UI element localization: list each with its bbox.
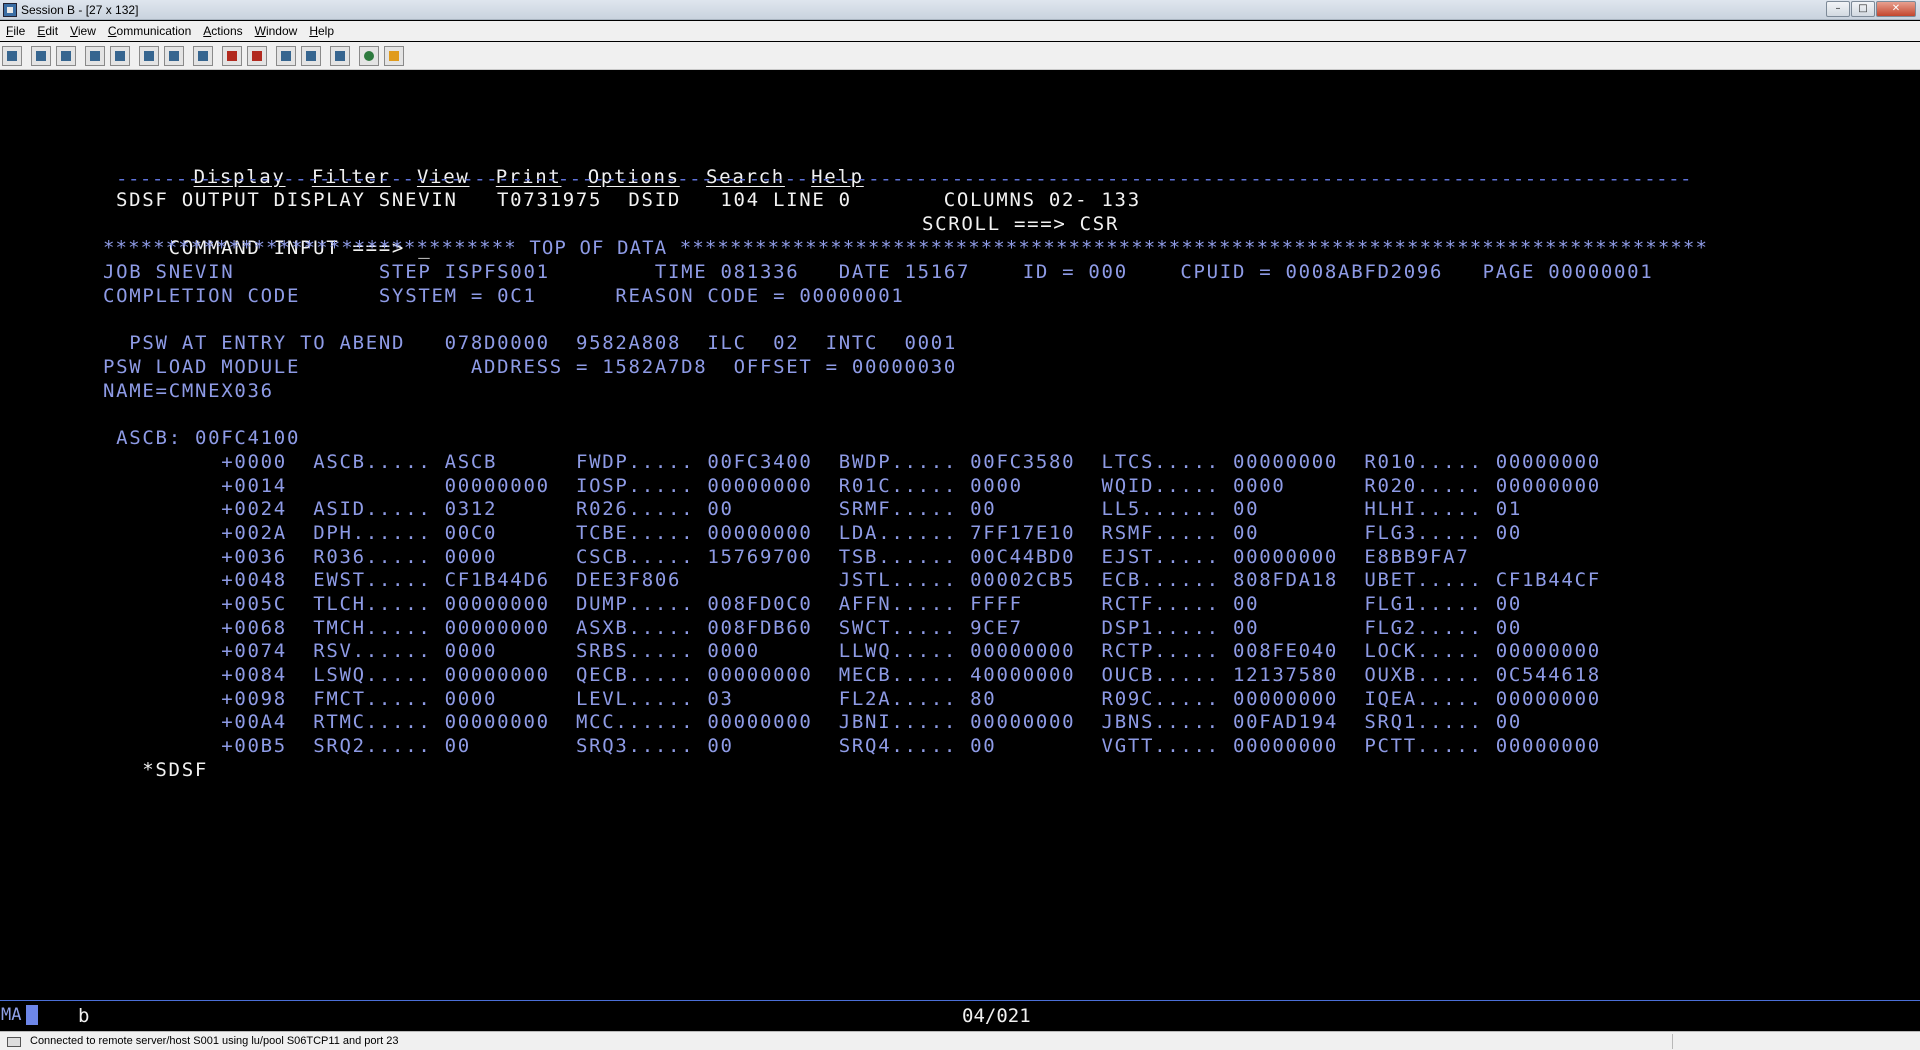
menu-edit[interactable]: Edit: [31, 24, 64, 38]
ascb-row: +0098 FMCT..... 0000 LEVL..... 03 FL2A..…: [103, 688, 1601, 710]
sdsf-footer-mark: *SDSF: [116, 759, 208, 781]
menu-communication[interactable]: Communication: [102, 24, 197, 38]
menu-help[interactable]: Help: [303, 24, 340, 38]
paste-icon[interactable]: [56, 45, 76, 66]
stop-macro-icon[interactable]: [247, 45, 267, 66]
psw-entry-line: PSW AT ENTRY TO ABEND 078D0000 9582A808 …: [103, 332, 958, 354]
ascb-row: +0024 ASID..... 0312 R026..... 00 SRMF..…: [103, 498, 1523, 520]
status-divider: [1672, 1034, 1673, 1049]
top-of-data-marker: ********************************* TOP OF…: [103, 237, 1708, 259]
receive-file-icon[interactable]: [110, 45, 130, 66]
module-name-line: NAME=CMNEX036: [103, 380, 274, 402]
scroll-field[interactable]: SCROLL ===> CSR: [922, 212, 1119, 236]
ascb-row: +0084 LSWQ..... 00000000 QECB..... 00000…: [103, 664, 1601, 686]
ascb-row: +00A4 RTMC..... 00000000 MCC...... 00000…: [103, 711, 1523, 733]
ascb-row: +0036 R036..... 0000 CSCB..... 15769700 …: [103, 546, 1470, 568]
ascb-row: +0000 ASCB..... ASCB FWDP..... 00FC3400 …: [103, 451, 1601, 473]
operator-info-area: MA b 04/021: [0, 1001, 1920, 1031]
connection-icon: [6, 1034, 24, 1048]
minimize-button[interactable]: –: [1826, 1, 1850, 17]
menu-window[interactable]: Window: [249, 24, 304, 38]
play-macro-icon[interactable]: [222, 45, 242, 66]
toolbar: [0, 42, 1920, 70]
copy-icon[interactable]: [31, 45, 51, 66]
macro-icon[interactable]: [164, 45, 184, 66]
window-title-bar: Session B - [27 x 132] – □ ✕: [0, 0, 1920, 20]
oia-mode-indicator: MA: [0, 1003, 38, 1027]
disconnect-icon[interactable]: [384, 45, 404, 66]
close-button[interactable]: ✕: [1876, 1, 1916, 17]
app-icon[interactable]: [3, 2, 17, 17]
record-macro-icon[interactable]: [193, 45, 213, 66]
ascb-row: +0048 EWST..... CF1B44D6 DEE3F806 JSTL..…: [103, 569, 1601, 591]
customize-icon[interactable]: [276, 45, 296, 66]
ascb-row: +005C TLCH..... 00000000 DUMP..... 008FD…: [103, 593, 1523, 615]
color-icon[interactable]: [330, 45, 350, 66]
cursor-position: 04/021: [962, 1005, 1031, 1027]
psw-load-module-line: PSW LOAD MODULE ADDRESS = 1582A7D8 OFFSE…: [103, 356, 958, 378]
menu-actions[interactable]: Actions: [197, 24, 248, 38]
connect-icon[interactable]: [359, 45, 379, 66]
menu-bar: File Edit View Communication Actions Win…: [0, 21, 1920, 41]
output-display-header: SDSF OUTPUT DISPLAY SNEVIN T0731975 DSID…: [116, 189, 1141, 211]
job-info-line: JOB SNEVIN STEP ISPFS001 TIME 081336 DAT…: [103, 261, 1654, 283]
window-controls: – □ ✕: [1826, 1, 1916, 17]
print-screen-icon[interactable]: [2, 45, 22, 66]
window-title: Session B - [27 x 132]: [21, 2, 139, 17]
maximize-button[interactable]: □: [1851, 1, 1875, 17]
menu-view[interactable]: View: [64, 24, 102, 38]
ascb-row: +0074 RSV...... 0000 SRBS..... 0000 LLWQ…: [103, 640, 1601, 662]
ascb-row: +002A DPH...... 00C0 TCBE..... 00000000 …: [103, 522, 1523, 544]
ascb-row: +00B5 SRQ2..... 00 SRQ3..... 00 SRQ4....…: [103, 735, 1601, 757]
display-keypad-icon[interactable]: [139, 45, 159, 66]
preferences-icon[interactable]: [301, 45, 321, 66]
ascb-row: +0014 00000000 IOSP..... 00000000 R01C..…: [103, 475, 1601, 497]
ascb-address-line: ASCB: 00FC4100: [103, 427, 301, 449]
connection-status: Connected to remote server/host S001 usi…: [30, 1035, 399, 1047]
status-bar: Connected to remote server/host S001 usi…: [0, 1031, 1920, 1050]
ascb-row: +0068 TMCH..... 00000000 ASXB..... 008FD…: [103, 617, 1523, 639]
menu-file[interactable]: File: [0, 24, 31, 38]
send-file-icon[interactable]: [85, 45, 105, 66]
oia-session-indicator: b: [78, 1005, 90, 1027]
terminal-screen[interactable]: Display Filter View Print Options Search…: [0, 71, 1920, 1000]
completion-code-line: COMPLETION CODE SYSTEM = 0C1 REASON CODE…: [103, 285, 905, 307]
